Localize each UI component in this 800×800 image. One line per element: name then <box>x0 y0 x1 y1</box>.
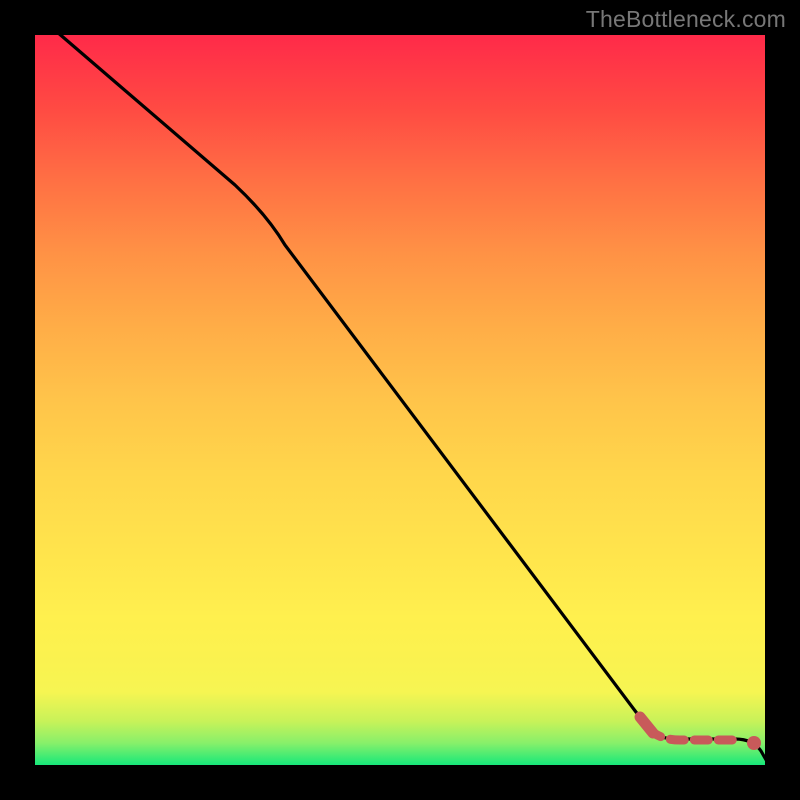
curve-main <box>35 13 769 765</box>
chart-svg <box>35 35 765 765</box>
chart-frame: TheBottleneck.com <box>0 0 800 800</box>
curve-highlight-dashed <box>649 729 735 740</box>
watermark-text: TheBottleneck.com <box>586 6 786 33</box>
curve-highlight-solid <box>640 717 653 733</box>
plot-area <box>35 35 765 765</box>
marker-dot <box>747 736 761 750</box>
